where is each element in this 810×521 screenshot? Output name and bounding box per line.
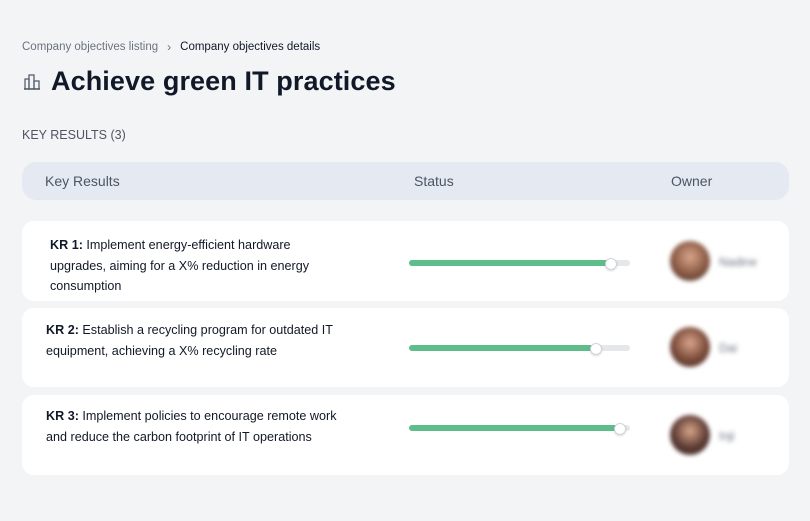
key-result-description: KR 3: Implement policies to encourage re… (46, 406, 356, 447)
progress-handle[interactable] (605, 258, 618, 270)
chevron-right-icon: › (167, 40, 172, 54)
building-icon (24, 73, 40, 90)
key-result-text: Implement policies to encourage remote w… (46, 409, 337, 444)
progress-fill (409, 260, 611, 266)
breadcrumb: Company objectives listing › Company obj… (22, 40, 320, 54)
column-header-status: Status (414, 173, 454, 189)
status-progress-bar[interactable] (409, 258, 630, 270)
column-header-owner: Owner (671, 173, 713, 189)
breadcrumb-current: Company objectives details (180, 41, 321, 53)
key-results-count-label: KEY RESULTS (3) (22, 128, 126, 142)
column-header-key-results: Key Results (45, 173, 120, 189)
key-result-row[interactable]: KR 3: Implement policies to encourage re… (22, 395, 789, 475)
key-result-text: Establish a recycling program for outdat… (46, 323, 333, 358)
table-header: Key Results Status Owner (22, 162, 789, 200)
progress-handle[interactable] (589, 343, 602, 355)
key-result-row[interactable]: KR 2: Establish a recycling program for … (22, 308, 789, 387)
key-result-code: KR 1: (50, 238, 83, 252)
key-result-code: KR 3: (46, 409, 79, 423)
owner-name: Dai (719, 341, 738, 355)
progress-fill (409, 425, 619, 431)
key-result-code: KR 2: (46, 323, 79, 337)
owner-name: Nadine (719, 255, 758, 269)
page-title: Achieve green IT practices (51, 66, 396, 96)
progress-handle[interactable] (613, 423, 626, 435)
key-result-description: KR 1: Implement energy-efficient hardwar… (50, 235, 350, 297)
key-result-text: Implement energy-efficient hardware upgr… (50, 238, 310, 293)
status-progress-bar[interactable] (409, 343, 630, 355)
owner-avatar (670, 415, 710, 455)
owner-avatar (670, 327, 710, 367)
key-result-row[interactable]: KR 1: Implement energy-efficient hardwar… (22, 221, 789, 301)
owner-name: Inji (719, 429, 735, 443)
progress-fill (409, 345, 595, 351)
key-result-description: KR 2: Establish a recycling program for … (46, 320, 386, 361)
breadcrumb-link-objectives-listing[interactable]: Company objectives listing (22, 41, 158, 53)
status-progress-bar[interactable] (409, 423, 630, 435)
title-row: Achieve green IT practices (22, 66, 396, 97)
owner-avatar (670, 241, 710, 281)
